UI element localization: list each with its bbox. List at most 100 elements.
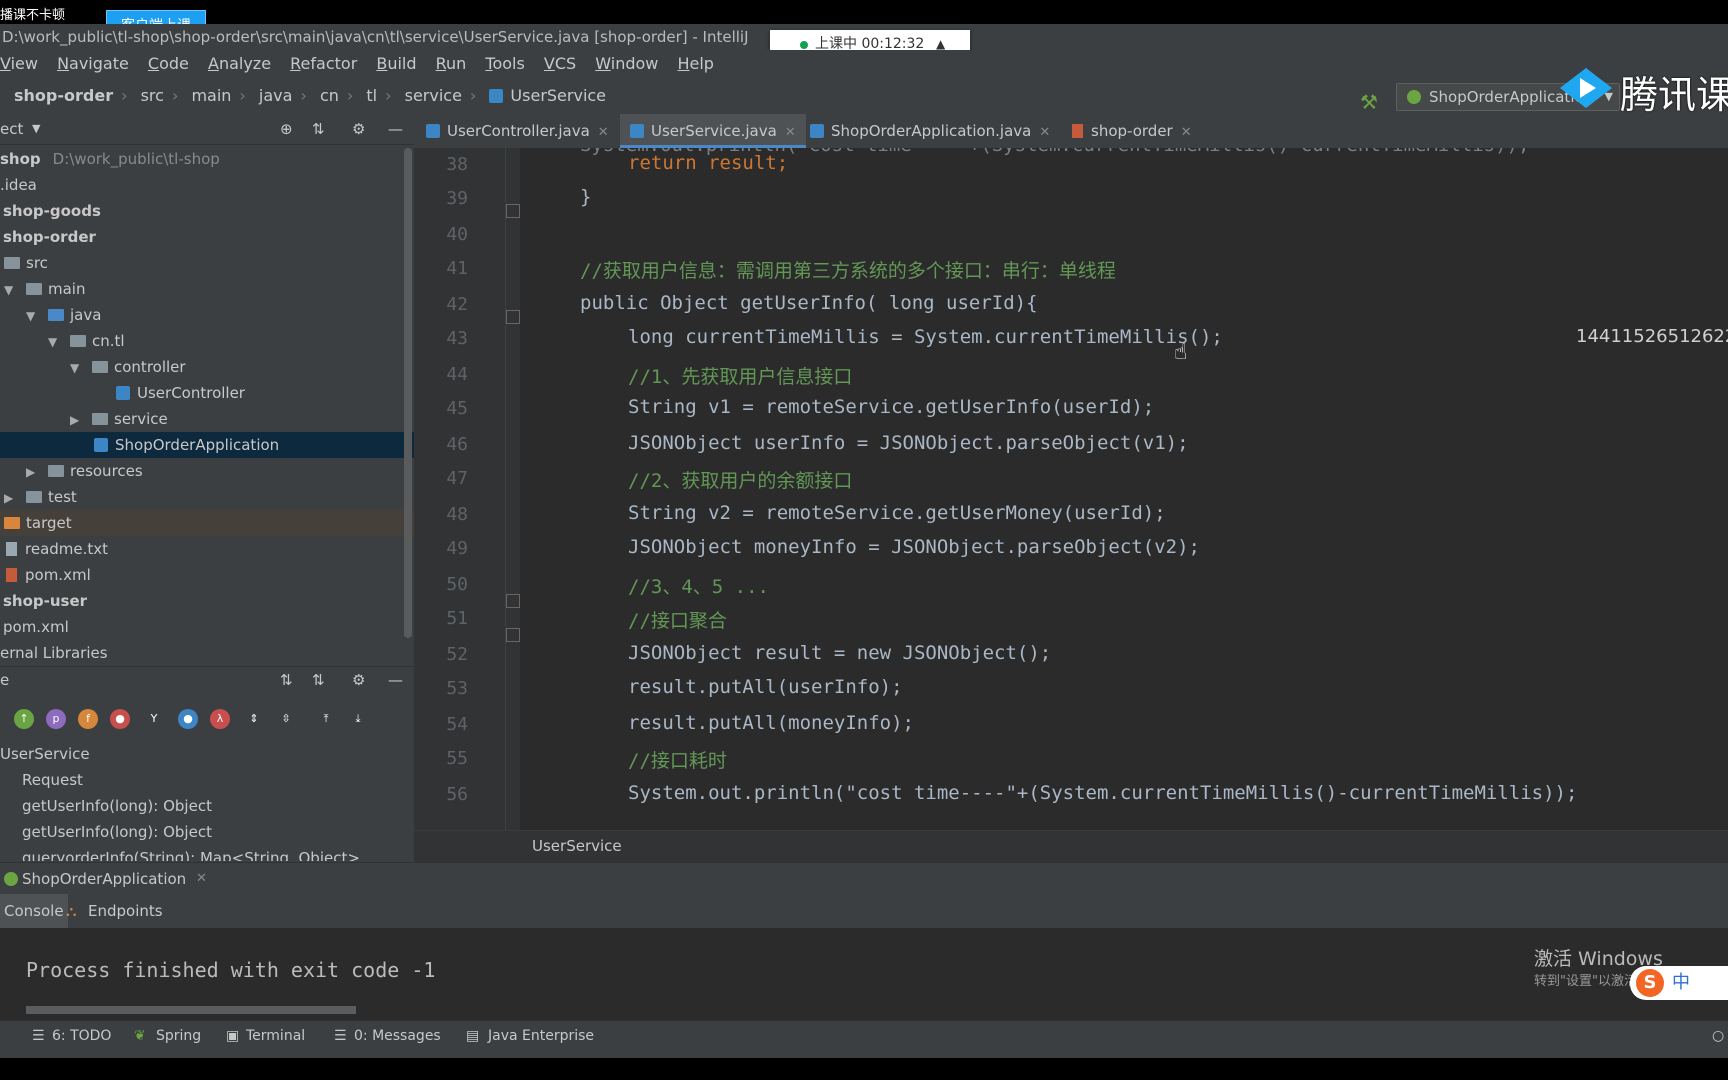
menu-vcs[interactable]: VCS	[544, 50, 576, 78]
search-icon[interactable]: ○	[1712, 1021, 1724, 1051]
ime-mode[interactable]: 中	[1672, 966, 1690, 1000]
code-editor[interactable]: System.out.println("cost time----"+(Syst…	[414, 148, 1728, 830]
close-icon[interactable]: ✕	[785, 125, 796, 140]
tree-item-shop-user[interactable]: shop-user	[0, 588, 414, 614]
close-icon[interactable]: ✕	[196, 863, 207, 895]
menu-build[interactable]: Build	[376, 50, 416, 78]
show-lambdas-icon[interactable]: λ	[210, 709, 230, 729]
menu-help[interactable]: Help	[677, 50, 713, 78]
tree-item-shop-order[interactable]: shop-order	[0, 224, 414, 250]
breadcrumb-userservice[interactable]: UserService	[510, 78, 606, 114]
tree-item-target[interactable]: target	[0, 510, 414, 536]
fold-marker-icon[interactable]	[506, 204, 520, 218]
tree-item-shop[interactable]: shop D:\work_public\tl-shop	[0, 146, 414, 172]
console-scrollbar[interactable]	[26, 1006, 356, 1014]
collapse-arrow-icon[interactable]: ▶	[26, 459, 40, 485]
tool-messages[interactable]: 0: Messages	[354, 1021, 441, 1051]
collapse-icon[interactable]: ⇅	[312, 114, 325, 144]
tree-item-external-libraries[interactable]: ernal Libraries	[0, 640, 414, 660]
tool-terminal[interactable]: Terminal	[246, 1021, 305, 1051]
breadcrumb-main[interactable]: main	[191, 78, 231, 114]
tab-userservice[interactable]: UserService.java ✕	[620, 114, 806, 148]
collapse-arrow-icon[interactable]: ▶	[4, 485, 18, 511]
show-fields-icon[interactable]: f	[78, 709, 98, 729]
structure-item[interactable]: UserService	[0, 741, 90, 767]
sort-visibility-icon[interactable]: ↑	[14, 709, 34, 729]
breadcrumb-service[interactable]: service	[405, 78, 462, 114]
expand-arrow-icon[interactable]: ▼	[70, 355, 84, 381]
menu-view[interactable]: View	[0, 50, 38, 78]
menu-code[interactable]: Code	[148, 50, 189, 78]
tool-spring[interactable]: Spring	[156, 1021, 201, 1051]
breadcrumb-cn[interactable]: cn	[320, 78, 339, 114]
breadcrumb-src[interactable]: src	[141, 78, 164, 114]
tree-item-pom[interactable]: pom.xml	[0, 562, 414, 588]
expand-arrow-icon[interactable]: ▼	[48, 329, 62, 355]
collapse-all-icon[interactable]: ⇅	[312, 671, 325, 689]
tree-item-readme[interactable]: readme.txt	[0, 536, 414, 562]
hide-icon[interactable]: —	[388, 114, 403, 144]
menu-window[interactable]: Window	[595, 50, 658, 78]
show-properties-icon[interactable]: p	[46, 709, 66, 729]
expand-arrow-icon[interactable]: ▼	[4, 277, 18, 303]
breadcrumb-java[interactable]: java	[259, 78, 293, 114]
menu-analyze[interactable]: Analyze	[208, 50, 271, 78]
ime-toolbar[interactable]: S 中	[1630, 966, 1728, 1000]
breadcrumb-shop-order[interactable]: shop-order	[14, 78, 113, 114]
expand-icon[interactable]: ⇕	[244, 709, 264, 729]
fold-marker-icon[interactable]	[506, 594, 520, 608]
project-scrollbar[interactable]	[404, 148, 412, 638]
tree-item-resources[interactable]: ▶ resources	[0, 458, 414, 484]
tab-shop-order[interactable]: shop-order ✕	[1072, 114, 1192, 148]
tree-item-shoporderapplication[interactable]: ShopOrderApplication	[0, 432, 414, 458]
show-anonymous-icon[interactable]: ●	[178, 709, 198, 729]
tab-endpoints[interactable]: Endpoints	[88, 894, 163, 928]
structure-item[interactable]: getUserInfo(long): Object	[22, 793, 212, 819]
show-inherited-icon[interactable]: Y	[144, 709, 164, 729]
chevron-down-icon[interactable]: ▼	[32, 114, 40, 144]
breadcrumb-tl[interactable]: tl	[366, 78, 377, 114]
menu-navigate[interactable]: Navigate	[57, 50, 129, 78]
show-non-public-icon[interactable]: ●	[110, 709, 130, 729]
collapse-icon[interactable]: ⇳	[276, 709, 296, 729]
structure-item[interactable]: Request	[22, 767, 83, 793]
tab-usercontroller[interactable]: UserController.java ✕	[426, 114, 609, 148]
fold-marker-icon[interactable]	[506, 628, 520, 642]
tree-item-src[interactable]: src	[0, 250, 414, 276]
close-icon[interactable]: ✕	[1181, 125, 1192, 140]
structure-item[interactable]: queryorderInfo(String): Map<String, Obje…	[22, 845, 360, 861]
tree-item-main[interactable]: ▼ main	[0, 276, 414, 302]
close-icon[interactable]: ✕	[1039, 125, 1050, 140]
console-output[interactable]: Process finished with exit code -1	[0, 928, 1728, 1020]
tree-item-test[interactable]: ▶ test	[0, 484, 414, 510]
gear-icon[interactable]: ⚙	[352, 114, 365, 144]
autoscroll-to-source-icon[interactable]: ⤒	[316, 709, 336, 729]
tree-item-cn-tl[interactable]: ▼ cn.tl	[0, 328, 414, 354]
expand-arrow-icon[interactable]: ▼	[26, 303, 40, 329]
tree-item-java[interactable]: ▼ java	[0, 302, 414, 328]
tree-item-service[interactable]: ▶ service	[0, 406, 414, 432]
tree-item-root-pom[interactable]: pom.xml	[0, 614, 414, 640]
tab-shoporderapplication[interactable]: ShopOrderApplication.java ✕	[810, 114, 1050, 148]
tab-console[interactable]: Console	[0, 894, 68, 928]
autoscroll-from-source-icon[interactable]: ⤓	[348, 709, 368, 729]
tree-item-idea[interactable]: .idea	[0, 172, 414, 198]
tree-item-usercontroller[interactable]: UserController	[0, 380, 414, 406]
tree-item-controller[interactable]: ▼ controller	[0, 354, 414, 380]
collapse-arrow-icon[interactable]: ▶	[70, 407, 84, 433]
tool-java-enterprise[interactable]: Java Enterprise	[488, 1021, 594, 1051]
menu-tools[interactable]: Tools	[485, 50, 524, 78]
tree-item-shop-goods[interactable]: shop-goods	[0, 198, 414, 224]
locate-icon[interactable]: ⊕	[280, 114, 293, 144]
menu-run[interactable]: Run	[436, 50, 467, 78]
menu-refactor[interactable]: Refactor	[290, 50, 357, 78]
structure-item[interactable]: getUserInfo(long): Object	[22, 819, 212, 845]
editor-footer-crumb[interactable]: UserService	[532, 831, 622, 861]
expand-all-icon[interactable]: ⇅	[280, 671, 293, 689]
project-view-label[interactable]: ect	[0, 114, 23, 144]
fold-marker-icon[interactable]	[506, 310, 520, 324]
gear-icon[interactable]: ⚙	[352, 671, 365, 689]
tool-todo[interactable]: 6: TODO	[52, 1021, 111, 1051]
close-icon[interactable]: ✕	[598, 125, 609, 140]
hide-icon[interactable]: —	[388, 671, 403, 689]
